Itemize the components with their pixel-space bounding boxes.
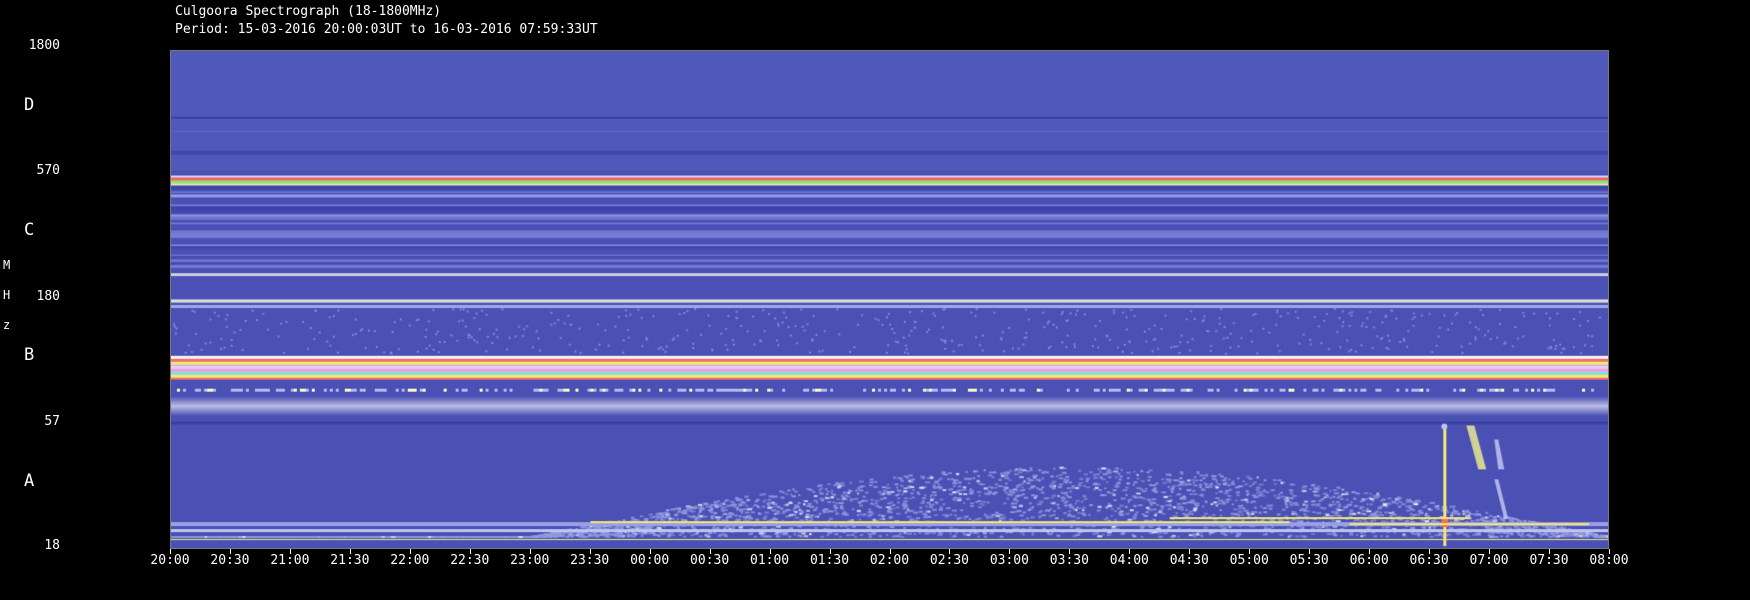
spectrogram-plot — [170, 50, 1609, 549]
x-tick-label: 06:00 — [1349, 553, 1389, 568]
x-tick-label: 21:30 — [330, 553, 370, 568]
x-tick-label: 21:00 — [270, 553, 310, 568]
x-tick-label: 07:00 — [1469, 553, 1509, 568]
x-tick-label: 23:00 — [510, 553, 550, 568]
y-axis-label: H — [3, 288, 11, 302]
x-tick-label: 04:30 — [1169, 553, 1209, 568]
band-label: A — [24, 471, 35, 491]
x-tick-label: 05:00 — [1229, 553, 1269, 568]
x-tick-label: 05:30 — [1289, 553, 1329, 568]
x-tick-label: 22:00 — [390, 553, 430, 568]
x-tick-label: 20:00 — [150, 553, 190, 568]
y-tick-label: 57 — [44, 414, 60, 429]
x-tick-label: 23:30 — [570, 553, 610, 568]
y-axis-label: z — [3, 318, 11, 332]
x-tick-label: 06:30 — [1409, 553, 1449, 568]
y-axis-label: M — [3, 258, 11, 272]
x-tick-label: 07:30 — [1529, 553, 1569, 568]
x-tick-label: 00:30 — [690, 553, 730, 568]
x-tick-label: 20:30 — [210, 553, 250, 568]
band-label: D — [24, 95, 35, 115]
y-tick-label: 18 — [44, 538, 60, 553]
x-tick-label: 02:30 — [929, 553, 970, 568]
x-tick-label: 04:00 — [1109, 553, 1149, 568]
x-tick-label: 03:30 — [1049, 553, 1089, 568]
band-label: B — [24, 345, 35, 365]
chart-subtitle: Period: 15-03-2016 20:00:03UT to 16-03-2… — [175, 22, 598, 37]
x-tick-label: 01:30 — [809, 553, 850, 568]
band-label: C — [24, 220, 35, 240]
x-tick-label: 03:00 — [989, 553, 1029, 568]
y-tick-label: 570 — [36, 163, 60, 178]
x-tick-label: 22:30 — [450, 553, 490, 568]
x-tick-label: 01:00 — [750, 553, 790, 568]
x-tick-label: 08:00 — [1589, 553, 1629, 568]
y-tick-label: 1800 — [28, 38, 60, 53]
chart-title: Culgoora Spectrograph (18-1800MHz) — [175, 4, 442, 19]
x-tick-label: 00:00 — [630, 553, 670, 568]
x-tick-label: 02:00 — [869, 553, 910, 568]
